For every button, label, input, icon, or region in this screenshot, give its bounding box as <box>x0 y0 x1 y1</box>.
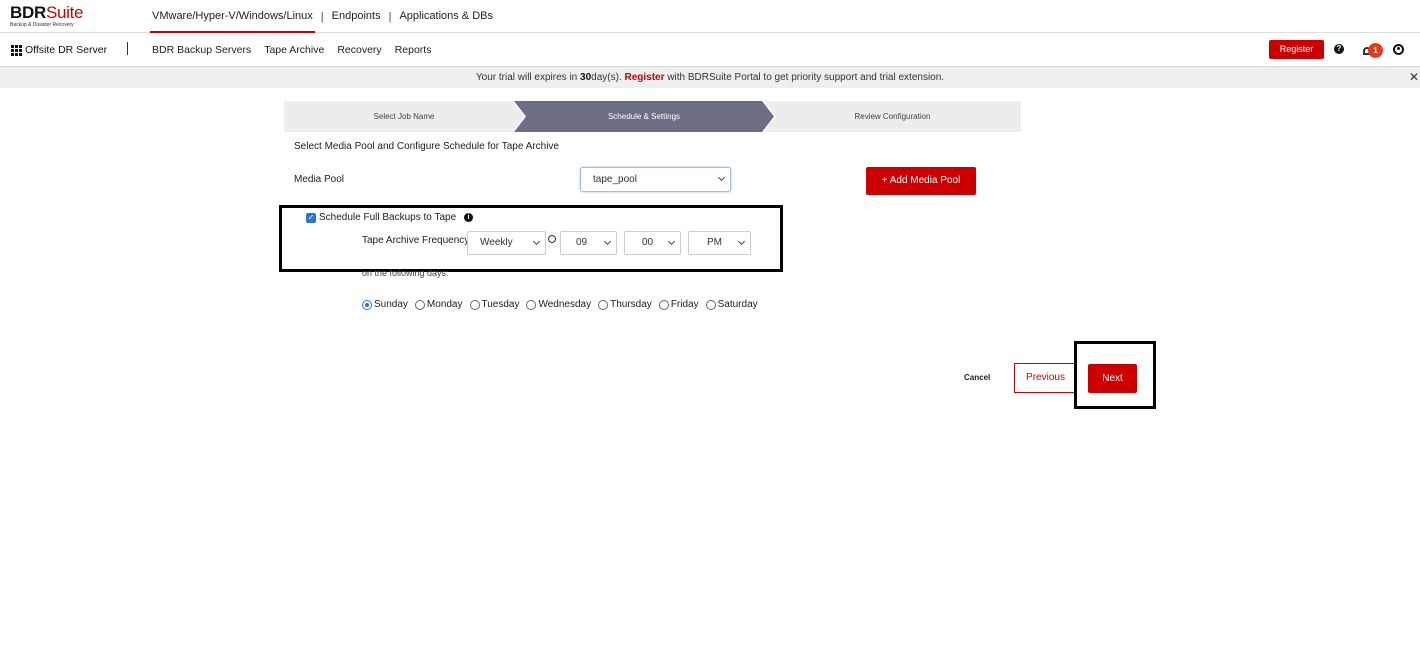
menu-reports[interactable]: Reports <box>395 44 432 56</box>
product-nav: VMware/Hyper-V/Windows/Linux | Endpoints… <box>150 0 495 33</box>
add-media-pool-button[interactable]: + Add Media Pool <box>866 167 976 195</box>
product-nav-vmware[interactable]: VMware/Hyper-V/Windows/Linux <box>150 0 315 33</box>
menu-tape-archive[interactable]: Tape Archive <box>264 44 324 56</box>
frequency-value: Weekly <box>480 237 513 248</box>
day-label: Thursday <box>610 299 652 310</box>
day-option-thursday[interactable]: Thursday <box>598 299 652 310</box>
radio-button[interactable] <box>469 299 480 310</box>
apps-grid-icon <box>11 44 22 56</box>
media-pool-value: tape_pool <box>593 174 637 185</box>
register-button[interactable]: Register <box>1269 40 1324 59</box>
hour-value: 09 <box>576 237 588 248</box>
day-label: Wednesday <box>538 299 592 310</box>
day-option-friday[interactable]: Friday <box>658 299 699 310</box>
radio-button[interactable] <box>526 299 537 310</box>
section-title: Select Media Pool and Configure Schedule… <box>294 141 559 152</box>
main-menu: BDR Backup Servers Tape Archive Recovery… <box>152 44 444 56</box>
chevron-down-icon <box>532 237 541 246</box>
trial-register-link[interactable]: Register <box>624 72 664 83</box>
server-label: Offsite DR Server <box>25 44 108 56</box>
hour-select[interactable]: 09 <box>560 231 617 255</box>
menu-recovery[interactable]: Recovery <box>337 44 381 56</box>
day-option-sunday[interactable]: Sunday <box>362 299 408 310</box>
day-label: Tuesday <box>481 299 520 310</box>
step-select-job-name[interactable]: Select Job Name <box>284 101 524 132</box>
server-selector[interactable]: Offsite DR Server <box>11 44 107 56</box>
trial-days-suffix: day(s). <box>591 72 622 83</box>
ampm-value: PM <box>707 237 722 248</box>
days-label: on the following days: <box>362 268 449 278</box>
chevron-down-icon <box>603 237 612 246</box>
day-label: Friday <box>670 299 699 310</box>
radio-button[interactable] <box>598 299 609 310</box>
day-radio-group: Sunday Monday Tuesday Wednesday Thursday… <box>362 299 765 310</box>
day-label: Saturday <box>717 299 758 310</box>
day-option-wednesday[interactable]: Wednesday <box>526 299 591 310</box>
step-schedule-settings[interactable]: Schedule & Settings <box>514 101 774 132</box>
menu-bdr-backup-servers[interactable]: BDR Backup Servers <box>152 44 251 56</box>
frequency-select[interactable]: Weekly <box>467 231 546 255</box>
clock-icon <box>548 235 556 243</box>
previous-button[interactable]: Previous <box>1014 363 1077 393</box>
day-option-tuesday[interactable]: Tuesday <box>469 299 520 310</box>
radio-button[interactable] <box>658 299 669 310</box>
info-icon[interactable]: i <box>464 213 473 222</box>
tape-archive-frequency-label: Tape Archive Frequency <box>362 235 470 246</box>
nav-separator: | <box>320 10 324 23</box>
day-label: Monday <box>426 299 463 310</box>
brand-tagline: Backup & Disaster Recovery <box>10 22 74 28</box>
chevron-down-icon <box>717 173 726 182</box>
trial-banner: Your trial will expires in 30day(s). Reg… <box>0 67 1420 88</box>
divider <box>127 42 128 55</box>
minute-select[interactable]: 00 <box>624 231 681 255</box>
chevron-down-icon <box>737 237 746 246</box>
notification-bell-icon[interactable]: 1 <box>1362 42 1384 58</box>
nav-separator: | <box>388 10 392 23</box>
product-nav-endpoints[interactable]: Endpoints <box>330 0 383 33</box>
day-label: Sunday <box>374 299 408 310</box>
close-icon[interactable]: ✕ <box>1409 69 1419 85</box>
schedule-full-backups-checkbox[interactable]: ✓ <box>306 213 316 223</box>
day-option-monday[interactable]: Monday <box>414 299 463 310</box>
step-review-configuration[interactable]: Review Configuration <box>764 101 1021 132</box>
ampm-select[interactable]: PM <box>688 231 751 255</box>
schedule-full-backups-label[interactable]: Schedule Full Backups to Tape <box>319 212 456 223</box>
trial-days: 30 <box>580 72 592 83</box>
radio-button[interactable] <box>362 299 372 310</box>
next-button[interactable]: Next <box>1088 364 1137 393</box>
radio-button[interactable] <box>414 299 425 310</box>
day-option-saturday[interactable]: Saturday <box>705 299 758 310</box>
radio-button[interactable] <box>705 299 716 310</box>
chevron-down-icon <box>667 237 676 246</box>
cancel-button[interactable]: Cancel <box>964 373 990 382</box>
media-pool-select[interactable]: tape_pool <box>580 167 731 192</box>
media-pool-label: Media Pool <box>294 174 345 185</box>
bdrsuite-logo[interactable]: BDRSuite Backup & Disaster Recovery <box>10 3 84 29</box>
top-bar: BDRSuite Backup & Disaster Recovery VMwa… <box>0 0 1420 33</box>
brand-name: BDRSuite <box>10 3 84 22</box>
trial-text-prefix: Your trial will expires in <box>475 72 578 83</box>
trial-text-suffix: with BDRSuite Portal to get priority sup… <box>667 72 945 83</box>
main-nav-bar: Offsite DR Server BDR Backup Servers Tap… <box>0 33 1420 67</box>
minute-value: 00 <box>642 237 654 248</box>
notification-count-badge: 1 <box>1368 43 1383 58</box>
user-account-icon[interactable] <box>1393 44 1404 55</box>
product-nav-applications[interactable]: Applications & DBs <box>397 0 495 33</box>
wizard-steps: Select Job Name Review Configuration Sch… <box>284 101 1021 132</box>
help-icon[interactable]: ? <box>1334 44 1344 54</box>
